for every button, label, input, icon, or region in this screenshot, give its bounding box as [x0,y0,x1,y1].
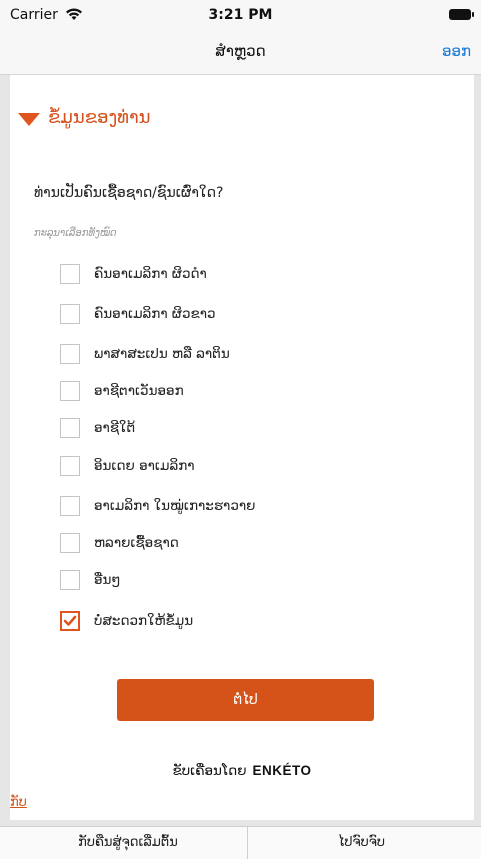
option-item[interactable]: ອິນເດຍ ອາເມລິກາ [60,456,420,480]
question-label: ທ່ານເປັນຄົນເຊື້ອຊາດ/ຊົນເຜົ່າໃດ? [34,185,224,201]
option-label: ຄົນອາເມລິກາ ຜິວຂາວ [94,306,216,322]
checkmark-icon [63,615,77,626]
option-item[interactable]: ຄົນອາເມລິກາ ຜິວຂາວ [60,304,420,328]
question-hint: ກະລຸນາເລືອກທັງໝົດ [34,228,117,239]
status-bar: Carrier 3:21 PM [0,0,481,30]
checkbox[interactable] [60,533,80,553]
option-item[interactable]: ພາສາສະເປນ ຫລື ລາຕິນ [60,344,420,368]
checkbox-checked[interactable] [60,611,80,631]
checkbox[interactable] [60,570,80,590]
checkbox[interactable] [60,418,80,438]
navigation-bar: ສຳຫຼວດ ອອກ [0,30,481,75]
option-label: ອື່ນໆ [94,572,121,588]
checkbox[interactable] [60,264,80,284]
clock: 3:21 PM [208,7,273,23]
survey-card: ຂໍ້ມູນຂອງທ່ານ ທ່ານເປັນຄົນເຊື້ອຊາດ/ຊົນເຜົ… [10,75,474,820]
powered-by: ຂັບເຄື່ອນໂດຍ ENKÉTO [10,763,474,779]
option-label: ອາຊີໃຕ້ [94,420,136,436]
checkbox[interactable] [60,496,80,516]
next-button[interactable]: ຕໍ່ໄປ [117,679,374,721]
option-item[interactable]: ຄົນອາເມລິກາ ຜິວດຳ [60,264,420,288]
enketo-logo: ENKÉTO [252,763,312,778]
checkbox[interactable] [60,304,80,324]
option-label: ອິນເດຍ ອາເມລິກາ [94,458,195,474]
return-to-start-button[interactable]: ກັບຄືນສູ່ຈຸດເລີ່ມຕົ້ນ [10,827,246,859]
checkbox[interactable] [60,344,80,364]
section-title: ຂໍ້ມູນຂອງທ່ານ [48,107,151,128]
battery-icon [449,9,474,20]
collapse-triangle-icon [18,113,40,126]
option-label: ອາຊີຕາເວັນອອກ [94,383,184,399]
option-label: ຫລາຍເຊື້ອຊາດ [94,535,179,551]
option-label: ບໍ່ສະດວກໃຫ້ຂໍ້ມູນ [94,613,194,629]
content-frame: ຂໍ້ມູນຂອງທ່ານ ທ່ານເປັນຄົນເຊື້ອຊາດ/ຊົນເຜົ… [0,75,481,858]
exit-button[interactable]: ອອກ [442,42,471,60]
option-item[interactable]: ອາເມລິກາ ໃນໝູ່ເກາະຮາວາຍ [60,496,420,520]
go-to-end-button[interactable]: ໄປຈົບຈົບ [247,827,475,859]
option-label: ອາເມລິກາ ໃນໝູ່ເກາະຮາວາຍ [94,498,256,514]
checkbox[interactable] [60,381,80,401]
back-link[interactable]: ກັບ [10,795,27,810]
option-item[interactable]: ອາຊີຕາເວັນອອກ [60,381,420,405]
page-title: ສຳຫຼວດ [215,42,266,60]
option-label: ຄົນອາເມລິກາ ຜິວດຳ [94,266,207,282]
option-item[interactable]: ບໍ່ສະດວກໃຫ້ຂໍ້ມູນ [60,611,420,635]
option-label: ພາສາສະເປນ ຫລື ລາຕິນ [94,346,230,362]
option-item[interactable]: ອາຊີໃຕ້ [60,418,420,442]
bottom-navigation: ກັບຄືນສູ່ຈຸດເລີ່ມຕົ້ນ ໄປຈົບຈົບ [0,826,481,859]
checkbox[interactable] [60,456,80,476]
option-item[interactable]: ອື່ນໆ [60,570,420,594]
powered-by-label: ຂັບເຄື່ອນໂດຍ [172,763,247,779]
option-item[interactable]: ຫລາຍເຊື້ອຊາດ [60,533,420,557]
